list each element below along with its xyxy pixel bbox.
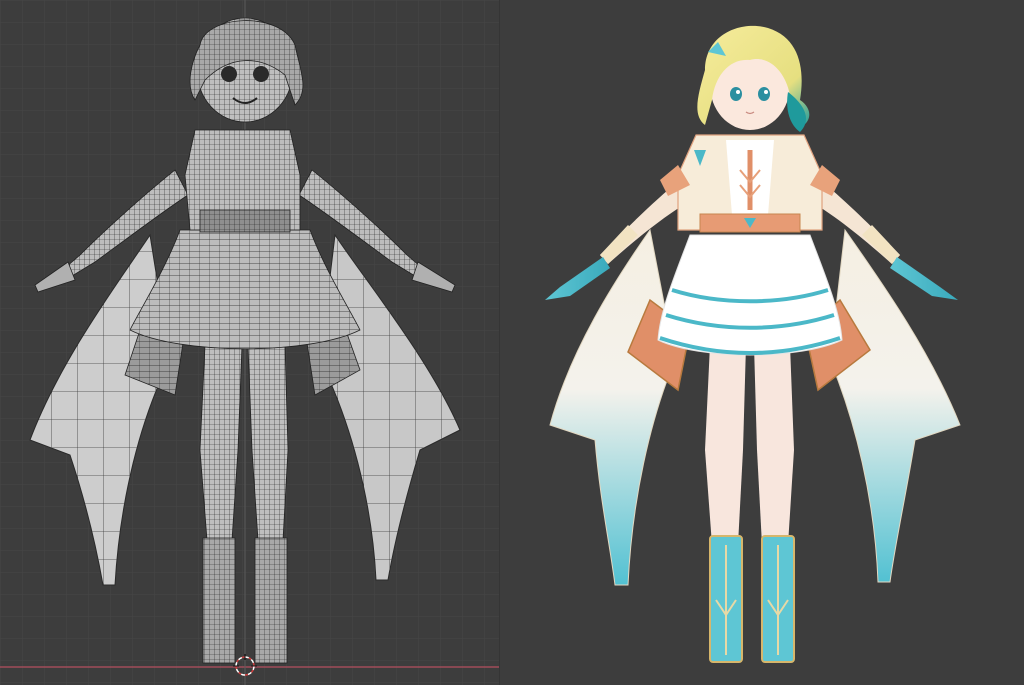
boot-left: [709, 535, 743, 663]
viewport-wireframe[interactable]: [0, 0, 500, 685]
boot-right: [761, 535, 795, 663]
material-canvas[interactable]: [500, 0, 1024, 685]
wireframe-canvas[interactable]: [0, 0, 500, 685]
skirt: [657, 234, 843, 356]
blender-viewport-stage: [0, 0, 1024, 685]
viewport-material-preview[interactable]: [500, 0, 1024, 685]
